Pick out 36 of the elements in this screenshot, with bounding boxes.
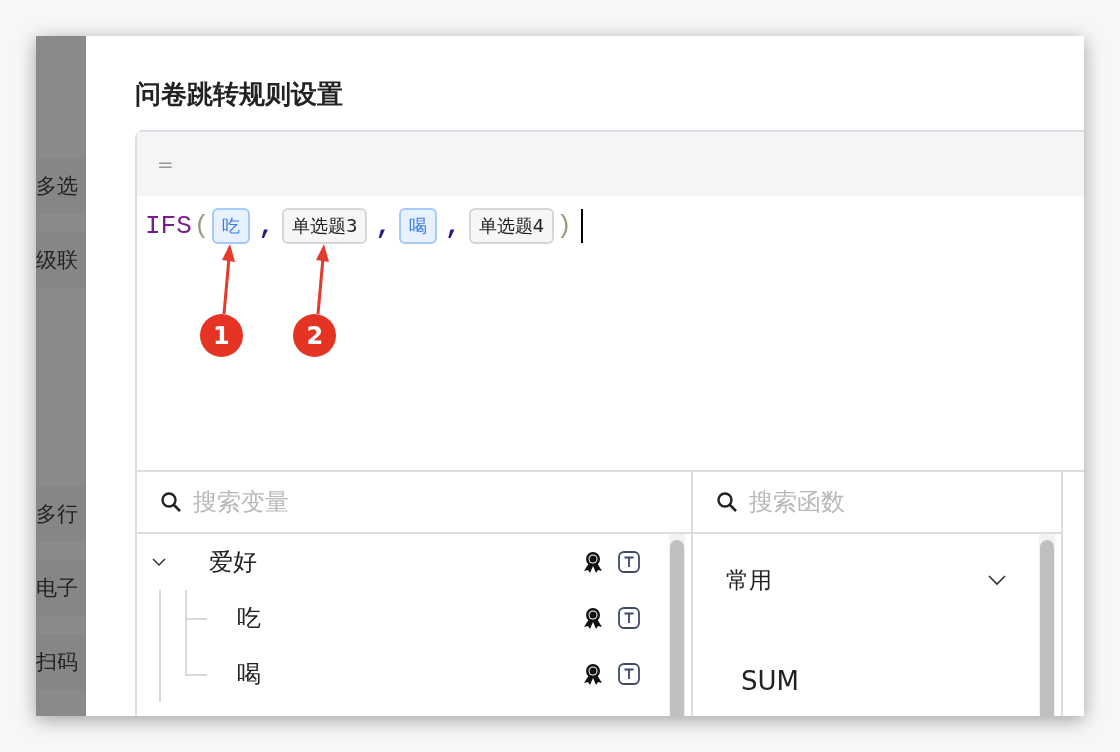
tree-item[interactable]: 喝 [161, 646, 669, 702]
search-input[interactable]: 搜索变量 [191, 487, 415, 517]
annotation-badge: 1 [199, 314, 243, 357]
background-form-item: 级联 [36, 232, 86, 288]
search-icon [715, 490, 739, 514]
background-form-item: 扫码 [36, 634, 86, 690]
search-input[interactable]: 搜索函数 [747, 487, 971, 517]
background-form-item: 电子 [36, 560, 86, 616]
award-icon [581, 550, 605, 574]
parenthesis: ) [556, 211, 572, 241]
formula-editor[interactable]: = IFS( 吃 1 , 单选题3 2 , 喝 , 单选题4 ) [135, 130, 1084, 472]
award-icon [581, 606, 605, 630]
text-type-icon [617, 606, 641, 630]
text-cursor [580, 209, 583, 243]
comma: , [375, 211, 392, 241]
background-form-item: 多行 [36, 486, 86, 542]
background-form-item: 多选 [36, 158, 86, 214]
equals-sign: = [157, 152, 174, 176]
variable-tag[interactable]: 吃 [212, 208, 251, 244]
parenthesis: ( [193, 211, 210, 241]
variable-tag[interactable]: 单选题3 [282, 208, 368, 244]
comma: , [445, 211, 461, 241]
award-icon [581, 662, 605, 686]
function-item[interactable]: SUM [693, 666, 1039, 696]
text-type-icon [617, 662, 641, 686]
variable-tag[interactable]: 喝 [399, 208, 438, 244]
function-group-header[interactable]: 常用 [693, 534, 1039, 626]
tree-item[interactable]: 吃 [161, 590, 669, 646]
search-icon [159, 490, 183, 514]
function-name: IFS [145, 211, 192, 241]
annotation-badge: 2 [293, 314, 337, 357]
variable-tag[interactable]: 单选题4 [468, 208, 555, 244]
comma: , [258, 211, 275, 241]
tree-item[interactable]: 爱好 [137, 534, 669, 590]
dialog-title: 问卷跳转规则设置 [135, 78, 344, 111]
text-type-icon [617, 550, 641, 574]
